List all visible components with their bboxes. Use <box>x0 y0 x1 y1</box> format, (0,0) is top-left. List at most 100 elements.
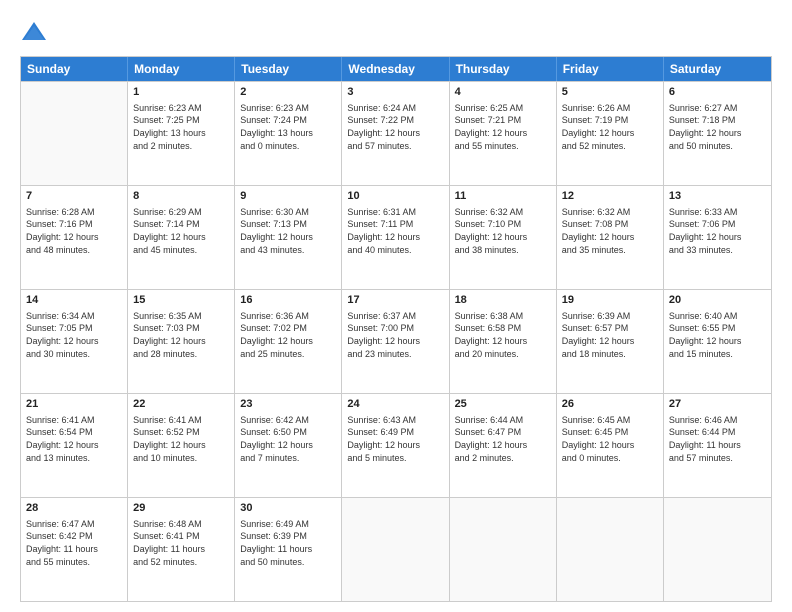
day-number: 25 <box>455 397 551 412</box>
day-number: 8 <box>133 189 229 204</box>
logo <box>20 18 52 46</box>
cal-cell-3-4: 17 Sunrise: 6:37 AM Sunset: 7:00 PM Dayli… <box>342 290 449 393</box>
cell-info: Sunrise: 6:37 AM Sunset: 7:00 PM Dayligh… <box>347 310 443 360</box>
day-number: 1 <box>133 85 229 100</box>
cell-info: Sunrise: 6:49 AM Sunset: 6:39 PM Dayligh… <box>240 518 336 568</box>
day-number: 21 <box>26 397 122 412</box>
day-number: 11 <box>455 189 551 204</box>
cal-cell-3-5: 18 Sunrise: 6:38 AM Sunset: 6:58 PM Dayli… <box>450 290 557 393</box>
cell-info: Sunrise: 6:44 AM Sunset: 6:47 PM Dayligh… <box>455 414 551 464</box>
cal-header-friday: Friday <box>557 57 664 81</box>
cell-info: Sunrise: 6:29 AM Sunset: 7:14 PM Dayligh… <box>133 206 229 256</box>
cal-cell-1-6: 5 Sunrise: 6:26 AM Sunset: 7:19 PM Daylig… <box>557 82 664 185</box>
day-number: 2 <box>240 85 336 100</box>
cal-header-tuesday: Tuesday <box>235 57 342 81</box>
cell-info: Sunrise: 6:43 AM Sunset: 6:49 PM Dayligh… <box>347 414 443 464</box>
cal-week-3: 14Sunrise: 6:34 AM Sunset: 7:05 PM Dayli… <box>21 289 771 393</box>
cal-cell-1-2: 1 Sunrise: 6:23 AM Sunset: 7:25 PM Daylig… <box>128 82 235 185</box>
cell-info: Sunrise: 6:34 AM Sunset: 7:05 PM Dayligh… <box>26 310 122 360</box>
day-number: 10 <box>347 189 443 204</box>
cal-header-wednesday: Wednesday <box>342 57 449 81</box>
day-number: 16 <box>240 293 336 308</box>
logo-icon <box>20 18 48 46</box>
day-number: 23 <box>240 397 336 412</box>
day-number: 19 <box>562 293 658 308</box>
cal-week-2: 7 Sunrise: 6:28 AM Sunset: 7:16 PM Daylig… <box>21 185 771 289</box>
page: SundayMondayTuesdayWednesdayThursdayFrid… <box>0 0 792 612</box>
cell-info: Sunrise: 6:33 AM Sunset: 7:06 PM Dayligh… <box>669 206 766 256</box>
cell-info: Sunrise: 6:41 AM Sunset: 6:52 PM Dayligh… <box>133 414 229 464</box>
cal-cell-1-7: 6Sunrise: 6:27 AM Sunset: 7:18 PM Daylig… <box>664 82 771 185</box>
cal-cell-5-1: 28Sunrise: 6:47 AM Sunset: 6:42 PM Dayli… <box>21 498 128 601</box>
day-number: 24 <box>347 397 443 412</box>
cal-cell-5-3: 30 Sunrise: 6:49 AM Sunset: 6:39 PM Dayli… <box>235 498 342 601</box>
cal-cell-4-6: 26Sunrise: 6:45 AM Sunset: 6:45 PM Dayli… <box>557 394 664 497</box>
cal-cell-2-4: 10 Sunrise: 6:31 AM Sunset: 7:11 PM Dayli… <box>342 186 449 289</box>
day-number: 4 <box>455 85 551 100</box>
cal-cell-5-5 <box>450 498 557 601</box>
calendar: SundayMondayTuesdayWednesdayThursdayFrid… <box>20 56 772 602</box>
day-number: 18 <box>455 293 551 308</box>
calendar-body: 1 Sunrise: 6:23 AM Sunset: 7:25 PM Daylig… <box>21 81 771 601</box>
cal-cell-4-4: 24 Sunrise: 6:43 AM Sunset: 6:49 PM Dayli… <box>342 394 449 497</box>
cal-cell-5-2: 29 Sunrise: 6:48 AM Sunset: 6:41 PM Dayli… <box>128 498 235 601</box>
cell-info: Sunrise: 6:30 AM Sunset: 7:13 PM Dayligh… <box>240 206 336 256</box>
cal-cell-2-2: 8 Sunrise: 6:29 AM Sunset: 7:14 PM Daylig… <box>128 186 235 289</box>
cell-info: Sunrise: 6:32 AM Sunset: 7:10 PM Dayligh… <box>455 206 551 256</box>
cal-header-sunday: Sunday <box>21 57 128 81</box>
day-number: 28 <box>26 501 122 516</box>
cal-cell-5-6 <box>557 498 664 601</box>
cal-cell-4-3: 23 Sunrise: 6:42 AM Sunset: 6:50 PM Dayli… <box>235 394 342 497</box>
cal-cell-4-2: 22 Sunrise: 6:41 AM Sunset: 6:52 PM Dayli… <box>128 394 235 497</box>
day-number: 13 <box>669 189 766 204</box>
cell-info: Sunrise: 6:40 AM Sunset: 6:55 PM Dayligh… <box>669 310 766 360</box>
day-number: 20 <box>669 293 766 308</box>
cell-info: Sunrise: 6:31 AM Sunset: 7:11 PM Dayligh… <box>347 206 443 256</box>
cal-cell-1-1 <box>21 82 128 185</box>
cal-cell-3-7: 20 Sunrise: 6:40 AM Sunset: 6:55 PM Dayli… <box>664 290 771 393</box>
day-number: 29 <box>133 501 229 516</box>
cal-cell-4-1: 21 Sunrise: 6:41 AM Sunset: 6:54 PM Dayli… <box>21 394 128 497</box>
cell-info: Sunrise: 6:46 AM Sunset: 6:44 PM Dayligh… <box>669 414 766 464</box>
day-number: 12 <box>562 189 658 204</box>
cal-cell-4-5: 25 Sunrise: 6:44 AM Sunset: 6:47 PM Dayli… <box>450 394 557 497</box>
cal-cell-2-5: 11 Sunrise: 6:32 AM Sunset: 7:10 PM Dayli… <box>450 186 557 289</box>
day-number: 22 <box>133 397 229 412</box>
cell-info: Sunrise: 6:48 AM Sunset: 6:41 PM Dayligh… <box>133 518 229 568</box>
day-number: 5 <box>562 85 658 100</box>
day-number: 17 <box>347 293 443 308</box>
cal-cell-3-6: 19 Sunrise: 6:39 AM Sunset: 6:57 PM Dayli… <box>557 290 664 393</box>
cal-week-1: 1 Sunrise: 6:23 AM Sunset: 7:25 PM Daylig… <box>21 81 771 185</box>
cal-cell-1-5: 4Sunrise: 6:25 AM Sunset: 7:21 PM Daylig… <box>450 82 557 185</box>
cal-cell-4-7: 27 Sunrise: 6:46 AM Sunset: 6:44 PM Dayli… <box>664 394 771 497</box>
cal-cell-2-7: 13 Sunrise: 6:33 AM Sunset: 7:06 PM Dayli… <box>664 186 771 289</box>
cal-cell-2-3: 9Sunrise: 6:30 AM Sunset: 7:13 PM Daylig… <box>235 186 342 289</box>
cal-cell-3-2: 15Sunrise: 6:35 AM Sunset: 7:03 PM Dayli… <box>128 290 235 393</box>
header <box>20 18 772 46</box>
cell-info: Sunrise: 6:38 AM Sunset: 6:58 PM Dayligh… <box>455 310 551 360</box>
cal-header-saturday: Saturday <box>664 57 771 81</box>
cal-cell-5-7 <box>664 498 771 601</box>
day-number: 7 <box>26 189 122 204</box>
cell-info: Sunrise: 6:23 AM Sunset: 7:24 PM Dayligh… <box>240 102 336 152</box>
cal-week-4: 21 Sunrise: 6:41 AM Sunset: 6:54 PM Dayli… <box>21 393 771 497</box>
day-number: 3 <box>347 85 443 100</box>
cal-cell-1-4: 3Sunrise: 6:24 AM Sunset: 7:22 PM Daylig… <box>342 82 449 185</box>
cell-info: Sunrise: 6:39 AM Sunset: 6:57 PM Dayligh… <box>562 310 658 360</box>
cell-info: Sunrise: 6:26 AM Sunset: 7:19 PM Dayligh… <box>562 102 658 152</box>
cal-header-thursday: Thursday <box>450 57 557 81</box>
cell-info: Sunrise: 6:42 AM Sunset: 6:50 PM Dayligh… <box>240 414 336 464</box>
calendar-header-row: SundayMondayTuesdayWednesdayThursdayFrid… <box>21 57 771 81</box>
cal-cell-3-3: 16Sunrise: 6:36 AM Sunset: 7:02 PM Dayli… <box>235 290 342 393</box>
cell-info: Sunrise: 6:28 AM Sunset: 7:16 PM Dayligh… <box>26 206 122 256</box>
cell-info: Sunrise: 6:32 AM Sunset: 7:08 PM Dayligh… <box>562 206 658 256</box>
cal-cell-2-1: 7 Sunrise: 6:28 AM Sunset: 7:16 PM Daylig… <box>21 186 128 289</box>
cal-week-5: 28Sunrise: 6:47 AM Sunset: 6:42 PM Dayli… <box>21 497 771 601</box>
day-number: 15 <box>133 293 229 308</box>
day-number: 27 <box>669 397 766 412</box>
cell-info: Sunrise: 6:23 AM Sunset: 7:25 PM Dayligh… <box>133 102 229 152</box>
cal-cell-3-1: 14Sunrise: 6:34 AM Sunset: 7:05 PM Dayli… <box>21 290 128 393</box>
day-number: 26 <box>562 397 658 412</box>
day-number: 30 <box>240 501 336 516</box>
cell-info: Sunrise: 6:41 AM Sunset: 6:54 PM Dayligh… <box>26 414 122 464</box>
